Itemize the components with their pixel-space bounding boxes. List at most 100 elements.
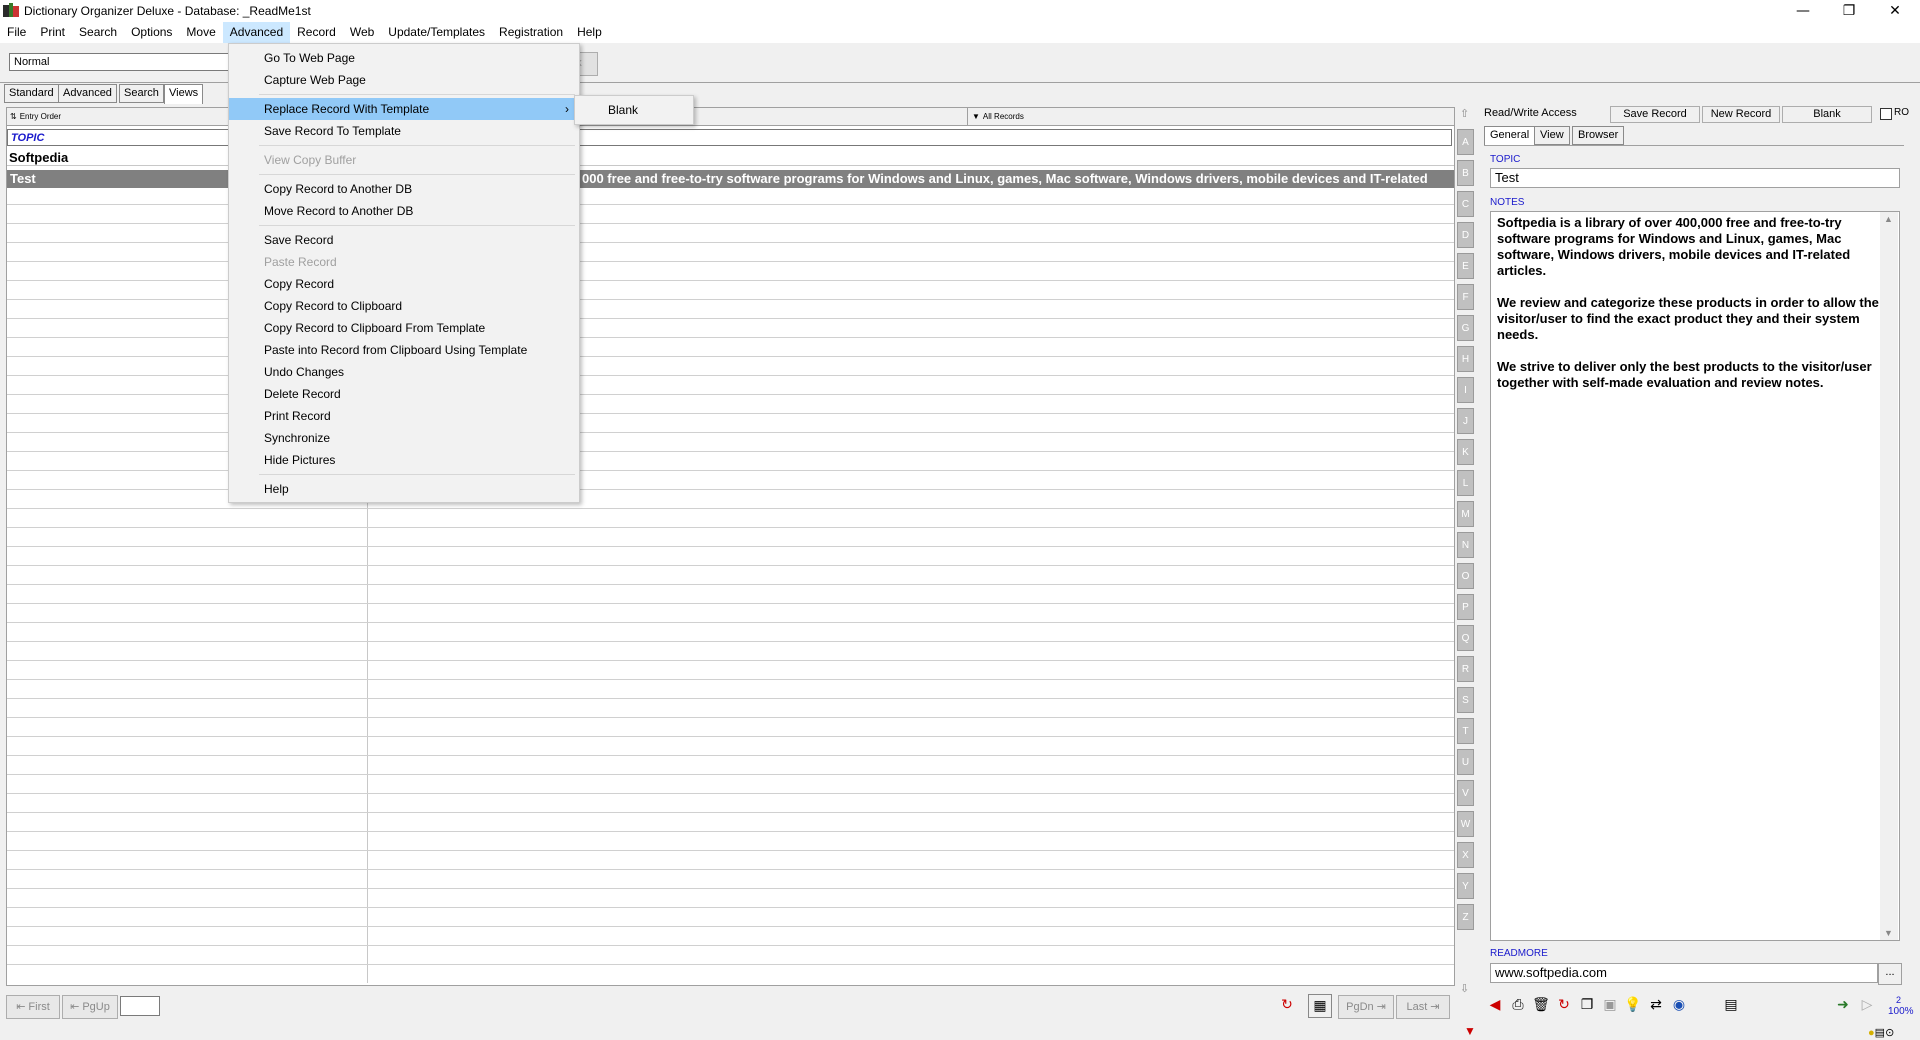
menu-item-replace-record-with-template[interactable]: Replace Record With Template › bbox=[229, 98, 579, 120]
alpha-button-z[interactable]: Z bbox=[1457, 904, 1474, 930]
alpha-button-g[interactable]: G bbox=[1457, 315, 1474, 341]
new-record-button[interactable]: New Record bbox=[1702, 106, 1780, 123]
mode-select[interactable]: Normal bbox=[9, 53, 235, 71]
menu-help[interactable]: Help bbox=[570, 22, 609, 43]
scroll-down-icon[interactable]: ▼ bbox=[1884, 928, 1893, 938]
menu-item-go-to-web-page[interactable]: Go To Web Page bbox=[229, 47, 579, 69]
menu-item-hide-pictures[interactable]: Hide Pictures bbox=[229, 449, 579, 471]
print-icon[interactable]: ⎙ bbox=[1507, 994, 1529, 1016]
alpha-button-n[interactable]: N bbox=[1457, 532, 1474, 558]
template-icon[interactable]: ▤ bbox=[1720, 994, 1742, 1016]
menu-item-copy-record[interactable]: Copy Record bbox=[229, 273, 579, 295]
menu-options[interactable]: Options bbox=[124, 22, 179, 43]
pgdn-button[interactable]: PgDn ⇥ bbox=[1338, 995, 1394, 1019]
menu-item-synchronize[interactable]: Synchronize bbox=[229, 427, 579, 449]
notes-textarea[interactable]: Softpedia is a library of over 400,000 f… bbox=[1490, 211, 1900, 941]
tab-standard[interactable]: Standard bbox=[4, 84, 59, 103]
menu-file[interactable]: File bbox=[0, 22, 33, 43]
scroll-down-icon[interactable]: ⇩ bbox=[1460, 982, 1469, 995]
tab-advanced[interactable]: Advanced bbox=[58, 84, 117, 103]
menu-record[interactable]: Record bbox=[290, 22, 343, 43]
table-row[interactable]: Softpedia bbox=[7, 150, 1454, 166]
menu-item-move-record-to-another-db[interactable]: Move Record to Another DB bbox=[229, 200, 579, 222]
alpha-button-h[interactable]: H bbox=[1457, 346, 1474, 372]
last-button[interactable]: Last ⇥ bbox=[1396, 995, 1450, 1019]
sync-icon[interactable]: ↻ bbox=[1276, 994, 1298, 1016]
back-arrow-icon[interactable]: ◀ bbox=[1484, 994, 1506, 1016]
menu-web[interactable]: Web bbox=[343, 22, 381, 43]
close-button[interactable]: ✕ bbox=[1872, 0, 1918, 22]
tab-views[interactable]: Views bbox=[164, 84, 204, 104]
copy-icon[interactable]: ❐ bbox=[1576, 994, 1598, 1016]
alpha-button-t[interactable]: T bbox=[1457, 718, 1474, 744]
column-header-topic[interactable]: TOPIC bbox=[7, 129, 1452, 146]
alpha-button-r[interactable]: R bbox=[1457, 656, 1474, 682]
alpha-button-m[interactable]: M bbox=[1457, 501, 1474, 527]
refresh-icon[interactable]: ↻ bbox=[1553, 994, 1575, 1016]
alpha-button-d[interactable]: D bbox=[1457, 222, 1474, 248]
scroll-up-icon[interactable]: ▲ bbox=[1884, 214, 1893, 224]
alpha-button-x[interactable]: X bbox=[1457, 842, 1474, 868]
alpha-button-f[interactable]: F bbox=[1457, 284, 1474, 310]
paste-icon[interactable]: ▣ bbox=[1599, 994, 1621, 1016]
menu-item-save-record[interactable]: Save Record bbox=[229, 229, 579, 251]
sort-order-button[interactable]: ⇅ Entry Order bbox=[10, 108, 61, 125]
menu-item-delete-record[interactable]: Delete Record bbox=[229, 383, 579, 405]
pgup-button[interactable]: ⇤ PgUp bbox=[62, 995, 118, 1019]
trash-icon[interactable]: 🗑 bbox=[1530, 994, 1552, 1016]
menu-move[interactable]: Move bbox=[179, 22, 222, 43]
filter-button[interactable]: ▼ All Records bbox=[972, 108, 1024, 125]
tab-view[interactable]: View bbox=[1534, 126, 1570, 145]
alpha-button-b[interactable]: B bbox=[1457, 160, 1474, 186]
readmore-field[interactable]: www.softpedia.com bbox=[1490, 963, 1878, 983]
alpha-button-k[interactable]: K bbox=[1457, 439, 1474, 465]
menu-item-copy-record-to-clipboard[interactable]: Copy Record to Clipboard bbox=[229, 295, 579, 317]
record-move-icon[interactable]: ⇄ bbox=[1645, 994, 1667, 1016]
alpha-button-q[interactable]: Q bbox=[1457, 625, 1474, 651]
menu-print[interactable]: Print bbox=[33, 22, 72, 43]
menu-item-print-record[interactable]: Print Record bbox=[229, 405, 579, 427]
menu-item-copy-record-to-another-db[interactable]: Copy Record to Another DB bbox=[229, 178, 579, 200]
alpha-button-s[interactable]: S bbox=[1457, 687, 1474, 713]
tab-search[interactable]: Search bbox=[119, 84, 164, 103]
alpha-button-c[interactable]: C bbox=[1457, 191, 1474, 217]
alpha-button-y[interactable]: Y bbox=[1457, 873, 1474, 899]
alpha-button-l[interactable]: L bbox=[1457, 470, 1474, 496]
forward-icon[interactable]: ▷ bbox=[1856, 994, 1878, 1016]
menu-item-paste-into-record-from-clipboard-using-template[interactable]: Paste into Record from Clipboard Using T… bbox=[229, 339, 579, 361]
page-input[interactable] bbox=[120, 996, 160, 1016]
menu-item-undo-changes[interactable]: Undo Changes bbox=[229, 361, 579, 383]
blank-button[interactable]: Blank bbox=[1782, 106, 1872, 123]
menu-item-save-record-to-template[interactable]: Save Record To Template bbox=[229, 120, 579, 142]
alpha-button-e[interactable]: E bbox=[1457, 253, 1474, 279]
maximize-button[interactable]: ❐ bbox=[1826, 0, 1872, 22]
table-row-selected[interactable]: Test 000 free and free-to-try software p… bbox=[7, 170, 1454, 188]
save-record-button[interactable]: Save Record bbox=[1610, 106, 1700, 123]
first-button[interactable]: ⇤ First bbox=[6, 995, 60, 1019]
alpha-button-a[interactable]: A bbox=[1457, 129, 1474, 155]
tab-browser[interactable]: Browser bbox=[1572, 126, 1625, 145]
submenu-item-blank[interactable]: Blank bbox=[575, 99, 693, 121]
menu-advanced[interactable]: Advanced bbox=[222, 22, 291, 43]
color-grid-icon[interactable]: ▦ bbox=[1308, 994, 1332, 1018]
alpha-button-w[interactable]: W bbox=[1457, 811, 1474, 837]
menu-item-capture-web-page[interactable]: Capture Web Page bbox=[229, 69, 579, 91]
browse-button[interactable]: ... bbox=[1878, 963, 1902, 985]
alpha-button-j[interactable]: J bbox=[1457, 408, 1474, 434]
menu-item-help[interactable]: Help bbox=[229, 478, 579, 500]
menu-search[interactable]: Search bbox=[72, 22, 124, 43]
minimize-button[interactable]: — bbox=[1780, 0, 1826, 22]
ro-checkbox[interactable] bbox=[1880, 108, 1892, 120]
globe-icon[interactable]: ◉ bbox=[1668, 994, 1690, 1016]
alpha-button-p[interactable]: P bbox=[1457, 594, 1474, 620]
alpha-button-v[interactable]: V bbox=[1457, 780, 1474, 806]
alpha-button-u[interactable]: U bbox=[1457, 749, 1474, 775]
topic-field[interactable]: Test bbox=[1490, 168, 1900, 188]
lightbulb-icon[interactable]: 💡 bbox=[1622, 994, 1644, 1016]
go-icon[interactable]: ➜ bbox=[1832, 994, 1854, 1016]
menu-update-templates[interactable]: Update/Templates bbox=[381, 22, 492, 43]
alpha-button-o[interactable]: O bbox=[1457, 563, 1474, 589]
notes-scrollbar[interactable]: ▲ ▼ bbox=[1880, 212, 1898, 940]
tab-general[interactable]: General bbox=[1484, 126, 1536, 146]
menu-item-copy-record-to-clipboard-from-template[interactable]: Copy Record to Clipboard From Template bbox=[229, 317, 579, 339]
